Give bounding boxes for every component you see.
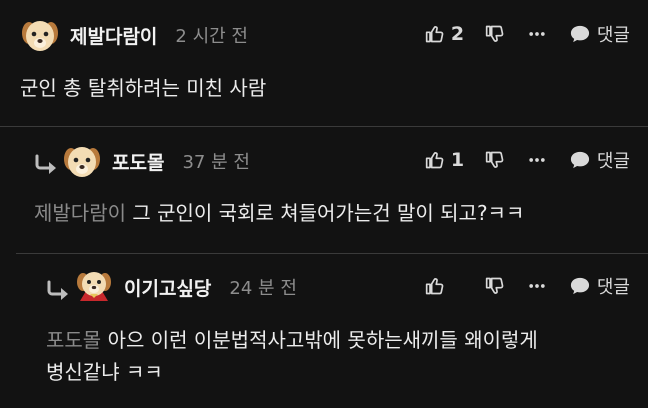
puppy-red-cape-avatar-icon [77, 272, 111, 301]
comment-actions: 2 댓글 [425, 14, 630, 54]
reply-arrow-icon [47, 280, 68, 300]
more-options-button[interactable] [527, 24, 551, 44]
mention-link[interactable]: 제발다람이 [34, 201, 126, 225]
comment-item: 제발다람이 2 시간 전 2 댓글 군인 총 탈취하려는 미친 사람 [0, 0, 648, 126]
nickname[interactable]: 이기고싶당 [124, 274, 211, 301]
puppy-avatar-icon [22, 21, 58, 51]
more-dots-icon [529, 158, 545, 162]
comment-text: 군인 총 탈취하려는 미친 사람 [20, 76, 267, 100]
comment-actions: 1 댓글 [425, 140, 630, 180]
reply-arrow-icon [35, 154, 56, 174]
reply-comment-item: 이기고싶당 24 분 전 댓글 포도몰 아으 이런 이분법적사고밖에 못하는새끼… [0, 254, 648, 408]
comment-text: 포도몰 아으 이런 이분법적사고밖에 못하는새끼들 왜이렇게 병신같냐 ㅋㅋ [46, 324, 636, 388]
dislike-button[interactable] [485, 24, 509, 44]
reply-button[interactable]: 댓글 [569, 147, 630, 173]
comment-header: 제발다람이 2 시간 전 [20, 15, 248, 55]
avatar[interactable] [20, 15, 60, 55]
more-dots-icon [529, 32, 545, 36]
nickname[interactable]: 제발다람이 [70, 22, 157, 49]
nickname[interactable]: 포도몰 [112, 148, 164, 175]
timestamp: 37 분 전 [182, 152, 250, 173]
comment-actions: 댓글 [425, 266, 630, 306]
speech-bubble-icon [570, 277, 589, 295]
speech-bubble-icon [570, 151, 589, 169]
mention-link[interactable]: 포도몰 [46, 328, 101, 352]
thumbs-up-icon [425, 26, 444, 43]
avatar[interactable] [62, 141, 102, 181]
timestamp: 2 시간 전 [175, 26, 248, 47]
comment-body-line-1: 아으 이런 이분법적사고밖에 못하는새끼들 왜이렇게 [107, 328, 538, 352]
comment-body-line-2: 병신같냐 ㅋㅋ [46, 360, 163, 384]
comment-body: 그 군인이 국회로 쳐들어가는건 말이 되고?ㅋㅋ [132, 201, 525, 225]
like-button[interactable]: 2 [425, 23, 469, 45]
reply-button[interactable]: 댓글 [569, 21, 630, 47]
dislike-button[interactable] [485, 276, 509, 296]
puppy-avatar-icon [64, 147, 100, 177]
comment-text: 제발다람이 그 군인이 국회로 쳐들어가는건 말이 되고?ㅋㅋ [34, 197, 524, 229]
like-count: 1 [450, 149, 465, 171]
reply-comment-item: 포도몰 37 분 전 1 댓글 제발다람이 그 군인이 국회로 쳐들어가는건 말… [0, 127, 648, 253]
like-button[interactable]: 1 [425, 149, 469, 171]
more-dots-icon [529, 284, 545, 288]
comment-header: 포도몰 37 분 전 [62, 141, 250, 181]
comment-header: 이기고싶당 24 분 전 [74, 267, 297, 307]
reply-button[interactable]: 댓글 [569, 273, 630, 299]
reply-label: 댓글 [596, 25, 630, 46]
thumbs-down-icon [485, 277, 504, 294]
dislike-button[interactable] [485, 150, 509, 170]
like-button[interactable] [425, 276, 469, 296]
speech-bubble-icon [570, 25, 589, 43]
thumbs-up-icon [425, 152, 444, 169]
reply-label: 댓글 [596, 277, 630, 298]
thumbs-down-icon [485, 151, 504, 168]
more-options-button[interactable] [527, 276, 551, 296]
avatar[interactable] [74, 267, 114, 307]
like-count: 2 [450, 23, 465, 45]
thumbs-down-icon [485, 25, 504, 42]
timestamp: 24 분 전 [229, 278, 297, 299]
thumbs-up-icon [425, 278, 444, 295]
more-options-button[interactable] [527, 150, 551, 170]
reply-label: 댓글 [596, 151, 630, 172]
